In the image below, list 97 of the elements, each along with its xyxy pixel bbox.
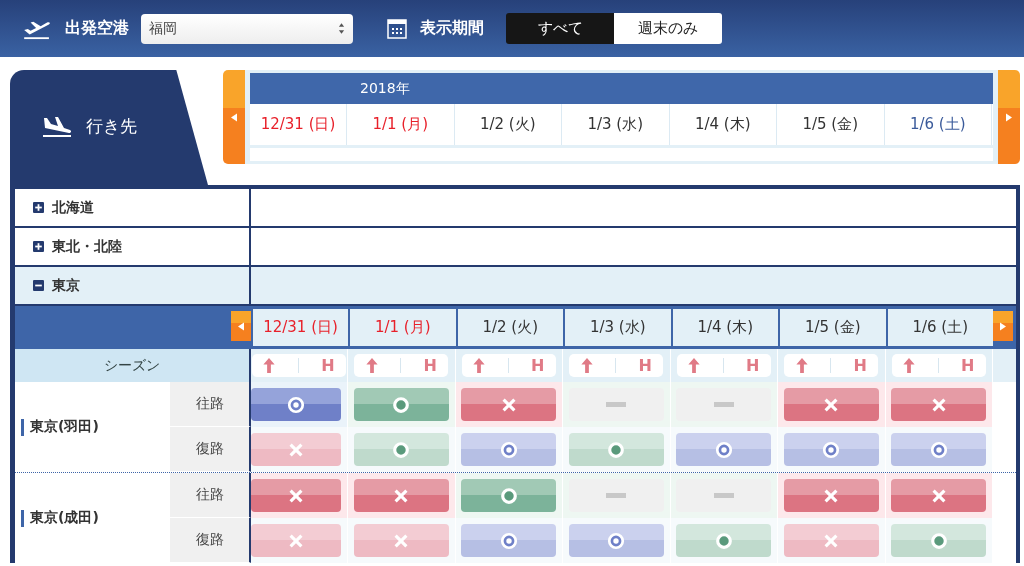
departure-label: 出発空港 <box>65 18 129 39</box>
destination-tab[interactable]: 行き先 <box>10 70 208 185</box>
next-dates-button[interactable] <box>993 311 1013 341</box>
double-circle-icon <box>607 531 626 550</box>
circle-icon <box>499 486 518 505</box>
date-header: 1/1 (月) <box>347 104 455 145</box>
season-indicator: H <box>354 354 449 377</box>
direction-label: 往路 <box>170 473 251 518</box>
date-header: 1/1 (月) <box>348 309 456 346</box>
region-toggle[interactable]: 北海道 <box>15 189 251 226</box>
previous-dates-button[interactable] <box>223 70 245 164</box>
dash-icon <box>606 402 627 407</box>
date-header: 12/31 (日) <box>250 104 347 145</box>
double-circle-icon <box>499 440 518 459</box>
circle-icon <box>392 440 411 459</box>
availability-indicator[interactable] <box>891 388 987 421</box>
date-header: 1/2 (火) <box>454 104 562 145</box>
date-header: 1/6 (土) <box>884 104 992 145</box>
departure-select[interactable]: 福岡 <box>141 13 353 44</box>
double-circle-icon <box>714 440 733 459</box>
availability-indicator[interactable] <box>251 388 341 421</box>
period-option[interactable]: 週末のみ <box>614 13 722 44</box>
airport-name: 東京(羽田) <box>30 418 99 436</box>
up-arrow-icon <box>903 358 915 373</box>
dash-icon <box>606 493 627 498</box>
availability-indicator[interactable] <box>676 524 772 557</box>
date-header: 1/3 (水) <box>562 104 670 145</box>
season-label: シーズン <box>15 349 251 382</box>
season-indicator: H <box>676 354 771 377</box>
availability-indicator[interactable] <box>783 433 879 466</box>
airplane-landing-icon <box>40 114 74 138</box>
direction-label: 復路 <box>170 427 251 472</box>
date-header: 1/4 (木) <box>670 309 778 346</box>
availability-indicator[interactable] <box>353 479 449 512</box>
availability-indicator[interactable] <box>461 524 557 557</box>
date-header: 1/6 (土) <box>885 309 993 346</box>
season-indicator: H <box>569 354 664 377</box>
season-indicator: H <box>252 354 346 377</box>
availability-indicator[interactable] <box>891 433 987 466</box>
period-option[interactable]: すべて <box>506 13 614 44</box>
availability-indicator[interactable] <box>251 479 341 512</box>
date-header: 1/2 (火) <box>455 309 563 346</box>
circle-icon <box>392 395 411 414</box>
availability-indicator[interactable] <box>353 388 449 421</box>
season-indicator: H <box>461 354 556 377</box>
availability-indicator[interactable] <box>783 388 879 421</box>
availability-indicator[interactable] <box>461 433 557 466</box>
availability-indicator[interactable] <box>353 524 449 557</box>
availability-indicator[interactable] <box>676 433 772 466</box>
display-period-label: 表示期間 <box>420 18 484 39</box>
select-arrows-icon <box>338 22 345 35</box>
double-circle-icon <box>499 531 518 550</box>
availability-indicator[interactable] <box>461 388 557 421</box>
availability-indicator[interactable] <box>891 524 987 557</box>
up-arrow-icon <box>580 358 593 373</box>
date-header: 1/4 (木) <box>669 104 777 145</box>
left-triangle-icon <box>231 112 237 122</box>
up-arrow-icon <box>473 358 485 373</box>
availability-indicator[interactable] <box>568 524 664 557</box>
year-label: 2018年 <box>360 79 410 98</box>
availability-indicator[interactable] <box>353 433 449 466</box>
region-toggle[interactable]: 東京 <box>15 267 251 304</box>
next-dates-button[interactable] <box>998 70 1020 164</box>
double-circle-icon <box>822 440 841 459</box>
date-header: 12/31 (日) <box>251 309 348 346</box>
availability-indicator[interactable] <box>891 479 987 512</box>
dash-icon <box>713 493 734 498</box>
previous-dates-button[interactable] <box>231 311 251 341</box>
right-triangle-icon <box>1006 112 1012 122</box>
availability-indicator[interactable] <box>568 433 664 466</box>
availability-indicator[interactable] <box>251 524 341 557</box>
left-triangle-icon <box>238 321 244 331</box>
direction-label: 復路 <box>170 518 251 563</box>
region-toggle[interactable]: 東北・北陸 <box>15 228 251 265</box>
date-header: 1/5 (金) <box>777 104 885 145</box>
direction-label: 往路 <box>170 382 251 427</box>
circle-icon <box>607 440 626 459</box>
up-arrow-icon <box>688 358 700 373</box>
circle-icon <box>929 531 948 550</box>
availability-indicator[interactable] <box>461 479 557 512</box>
calendar-icon <box>387 18 407 39</box>
circle-icon <box>714 531 733 550</box>
up-arrow-icon <box>263 358 276 373</box>
date-header: 1/3 (水) <box>563 309 671 346</box>
dash-icon <box>713 402 734 407</box>
availability-indicator[interactable] <box>251 433 341 466</box>
availability-indicator[interactable] <box>783 479 879 512</box>
date-header: 1/5 (金) <box>778 309 886 346</box>
double-circle-icon <box>929 440 948 459</box>
up-arrow-icon <box>365 358 378 373</box>
season-indicator: H <box>891 354 986 377</box>
airport-name: 東京(成田) <box>30 509 99 527</box>
double-circle-icon <box>287 395 305 414</box>
up-arrow-icon <box>795 358 808 373</box>
season-indicator: H <box>784 354 879 377</box>
right-triangle-icon <box>1000 321 1006 331</box>
availability-indicator[interactable] <box>783 524 879 557</box>
